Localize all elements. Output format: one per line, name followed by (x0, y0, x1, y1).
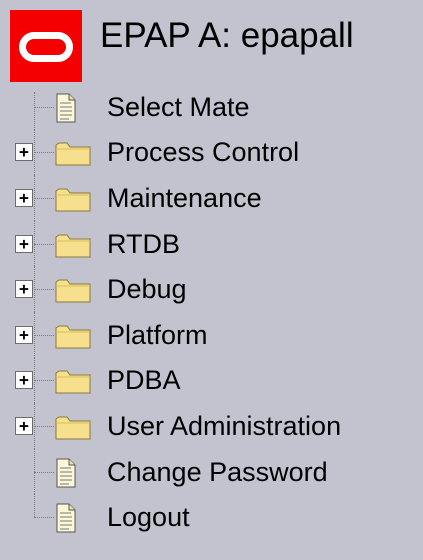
menu-item-user-administration[interactable]: + User Administration (0, 403, 423, 449)
menu-item-platform[interactable]: + Platform (0, 311, 423, 358)
logo-ring (19, 32, 73, 62)
menu-item-label: Debug (107, 274, 187, 305)
tree-connector (34, 92, 35, 130)
menu-item-label: Maintenance (107, 182, 262, 213)
menu-item-label: Process Control (107, 137, 300, 168)
tree-connector (34, 517, 54, 519)
expand-toggle[interactable]: + (15, 371, 33, 390)
menu-item-maintenance[interactable]: + Maintenance (0, 175, 423, 221)
tree-connector (34, 494, 35, 518)
folder-icon (54, 184, 94, 214)
menu-item-label: Logout (107, 502, 190, 533)
oracle-logo-icon (10, 10, 82, 82)
tree-connector (34, 425, 54, 427)
tree-connector (34, 289, 54, 291)
tree-connector (34, 197, 54, 199)
menu-item-logout[interactable]: Logout (0, 494, 423, 540)
menu-item-label: PDBA (107, 365, 181, 396)
menu-header: EPAP A: epapall (0, 0, 423, 82)
folder-icon (54, 366, 94, 396)
tree-connector (34, 243, 54, 245)
expand-toggle[interactable]: + (15, 234, 33, 253)
menu-item-pdba[interactable]: + PDBA (0, 357, 423, 404)
menu-item-label: User Administration (107, 410, 342, 441)
menu-item-select-mate[interactable]: Select Mate (0, 84, 423, 130)
document-icon (54, 458, 94, 488)
folder-icon (54, 412, 94, 442)
expand-toggle[interactable]: + (15, 143, 33, 162)
folder-icon (54, 321, 94, 351)
menu-item-label: Platform (107, 319, 208, 350)
tree-connector (34, 106, 54, 108)
menu-item-label: RTDB (107, 228, 181, 259)
document-icon (54, 503, 94, 533)
menu-item-change-password[interactable]: Change Password (0, 448, 423, 495)
menu-item-debug[interactable]: + Debug (0, 266, 423, 312)
folder-icon (54, 138, 94, 168)
menu-item-label: Select Mate (107, 91, 250, 122)
expand-toggle[interactable]: + (15, 280, 33, 299)
tree-connector (34, 380, 54, 382)
tree-connector (34, 152, 54, 154)
tree-connector (34, 471, 54, 473)
document-icon (54, 93, 94, 123)
folder-icon (54, 230, 94, 260)
expand-toggle[interactable]: + (15, 416, 33, 435)
tree-connector (34, 334, 54, 336)
app-title: EPAP A: epapall (100, 16, 354, 55)
expand-toggle[interactable]: + (15, 325, 33, 344)
expand-toggle[interactable]: + (15, 188, 33, 207)
folder-icon (54, 275, 94, 305)
menu-item-process-control[interactable]: + Process Control (0, 129, 423, 176)
menu-item-label: Change Password (107, 456, 328, 487)
navigation-tree: Select Mate + Process Control + Maintena… (0, 84, 423, 540)
menu-item-rtdb[interactable]: + RTDB (0, 220, 423, 267)
